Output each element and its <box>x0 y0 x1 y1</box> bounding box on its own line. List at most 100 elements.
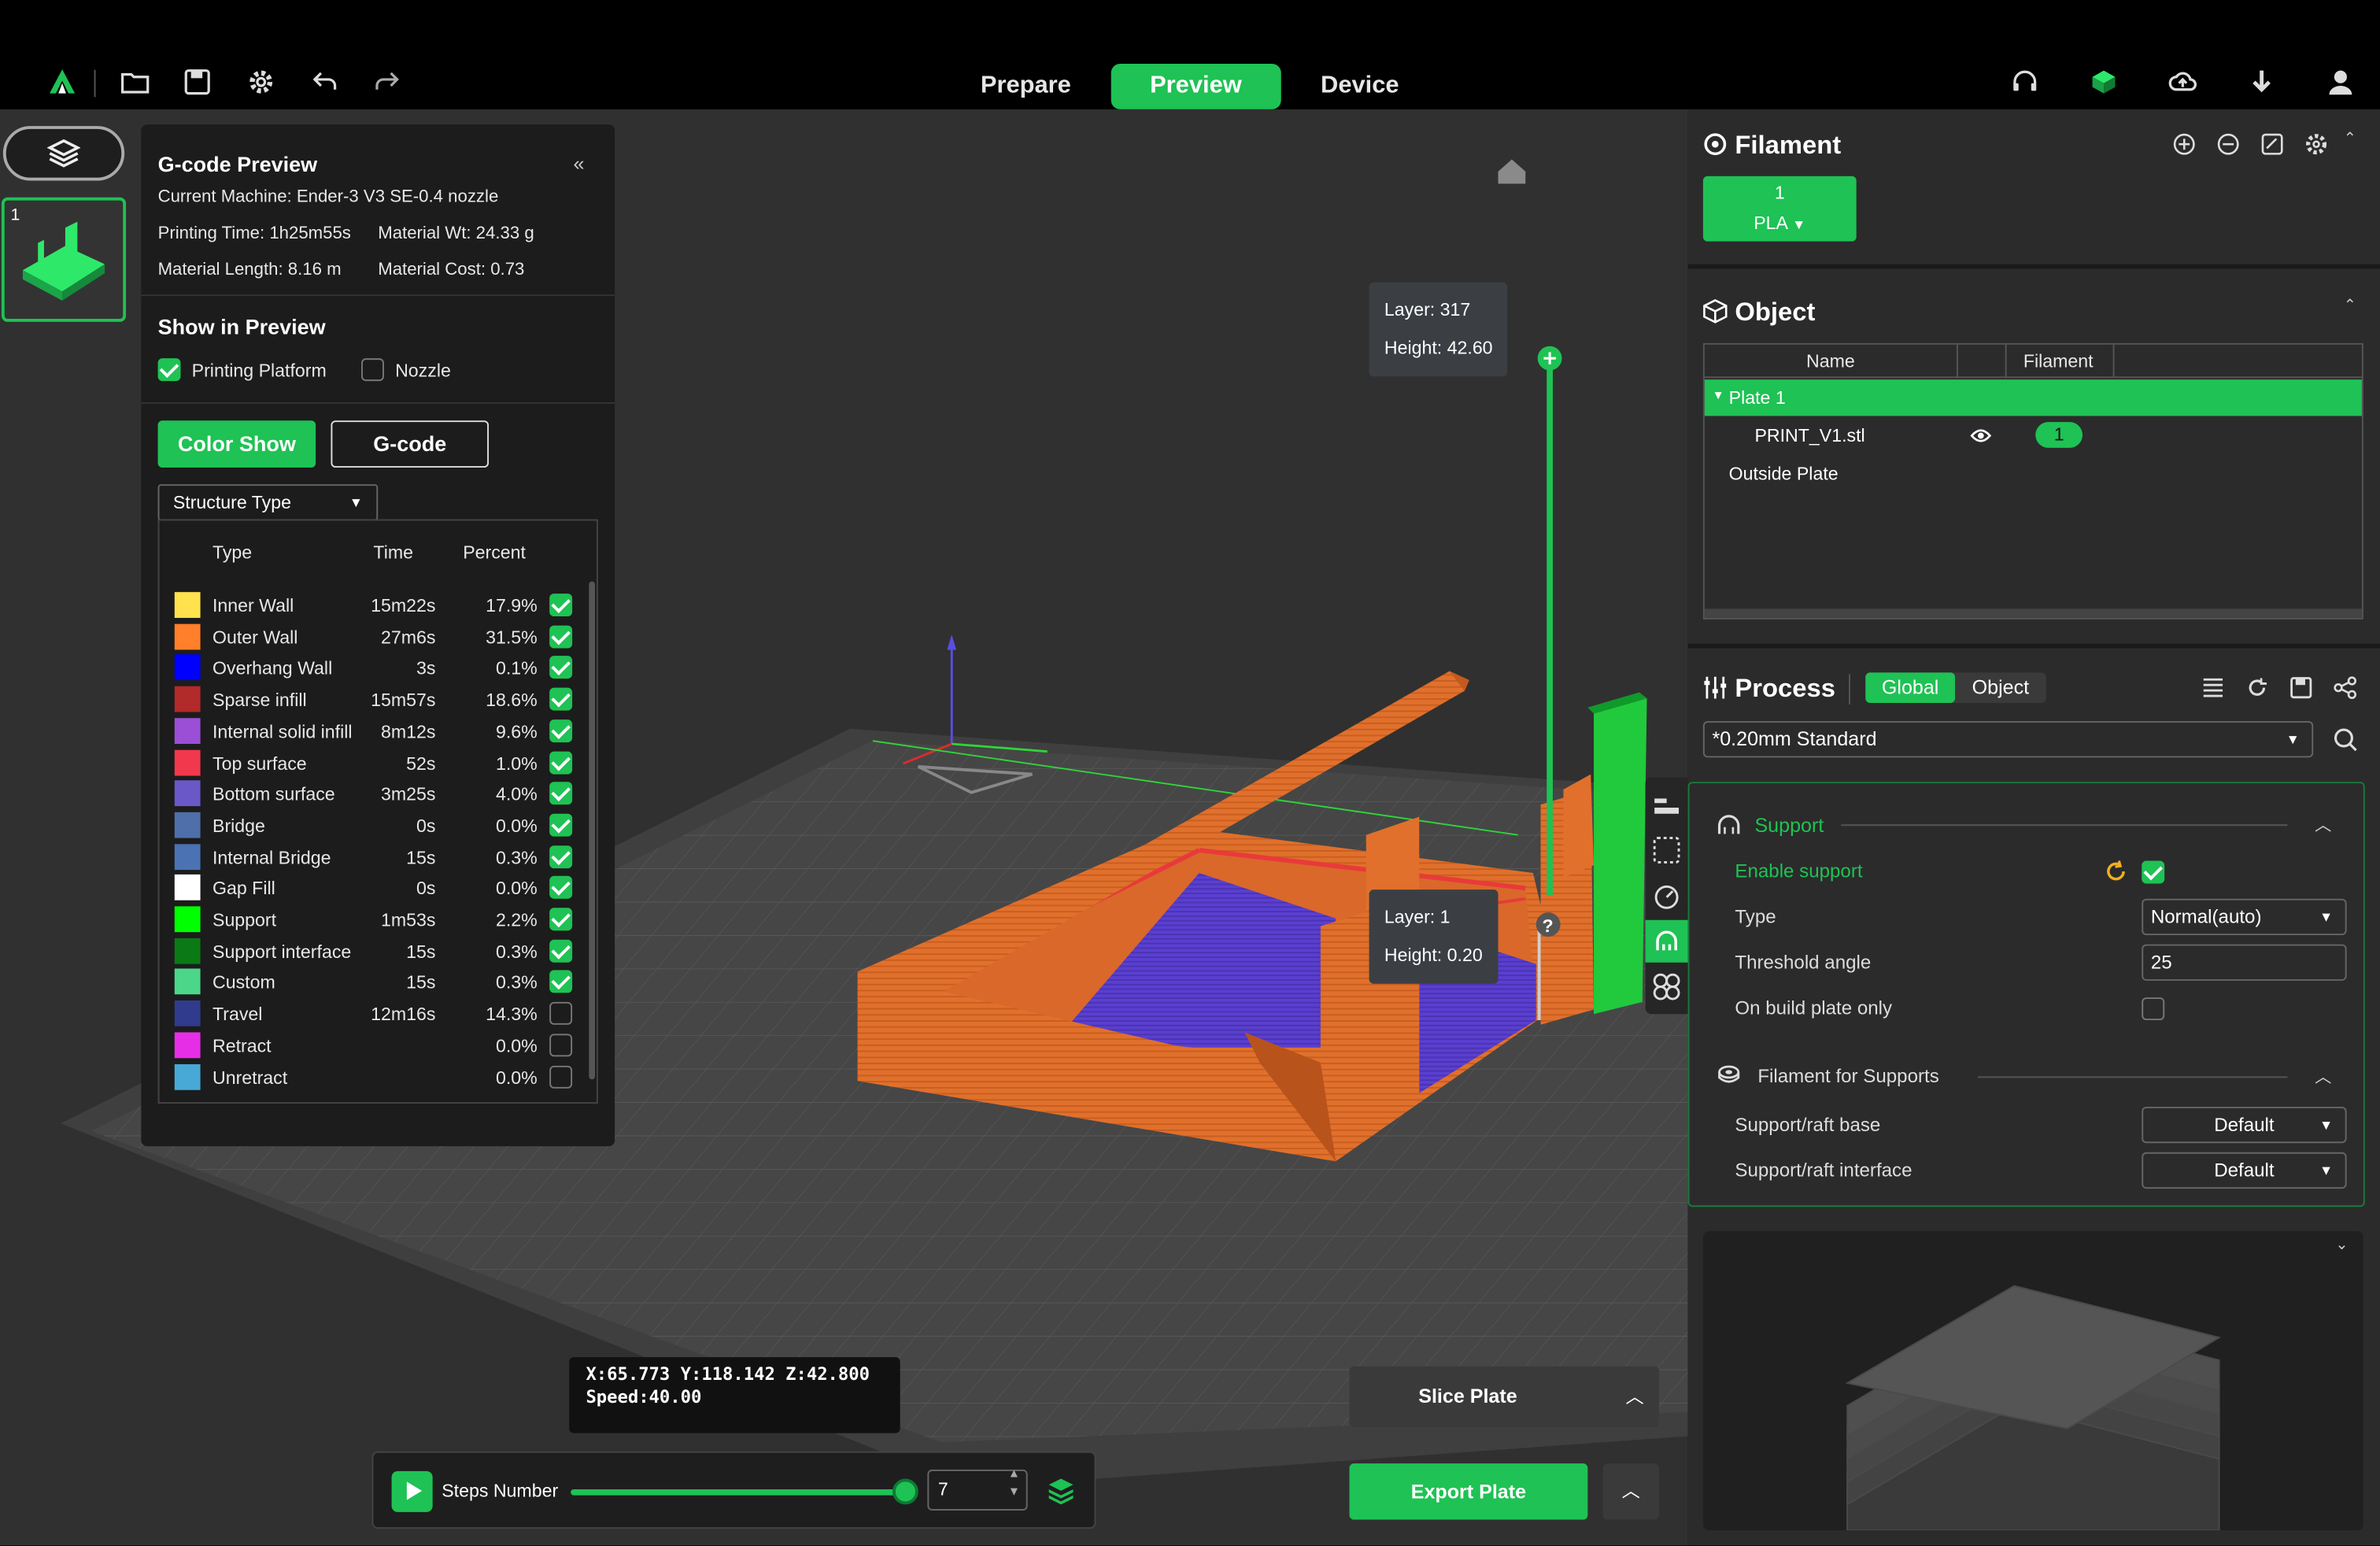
layer-bottom-label: Layer: 1 <box>1384 906 1451 928</box>
reset-refresh-icon[interactable] <box>2243 674 2271 701</box>
save-icon[interactable] <box>179 64 216 100</box>
search-icon[interactable] <box>2331 726 2359 753</box>
collapse-object-icon[interactable]: ⌃ <box>2344 298 2356 314</box>
outside-plate-row[interactable]: Outside Plate <box>1705 456 2362 492</box>
collapse-support-icon[interactable]: ︿ <box>2315 812 2331 837</box>
raft-interface-select[interactable]: Default ▼ <box>2142 1152 2347 1189</box>
legend-row: Sparse infill 15m57s 18.6% <box>174 685 573 716</box>
speed-gauge-icon[interactable] <box>1651 881 1682 912</box>
headset-icon[interactable] <box>2007 64 2043 100</box>
remove-filament-icon[interactable] <box>2215 131 2242 158</box>
object-filament-badge[interactable]: 1 <box>2035 422 2083 448</box>
object-row[interactable]: PRINT_V1.stl 1 <box>1705 417 2362 453</box>
nozzle-checkbox[interactable] <box>361 358 384 382</box>
legend-type-label: Bottom surface <box>213 783 335 805</box>
filament-slot-1-button[interactable]: 1 PLA ▼ <box>1702 176 1857 242</box>
printing-platform-option[interactable]: Printing Platform <box>157 358 327 382</box>
slice-plate-button[interactable]: Slice Plate ︿ <box>1349 1366 1659 1427</box>
home-view-icon[interactable] <box>1492 155 1532 191</box>
legend-visibility-checkbox[interactable] <box>549 719 573 742</box>
collapse-panel-icon[interactable]: « <box>574 152 585 175</box>
play-icon[interactable] <box>391 1470 433 1512</box>
filament-settings-gear-icon[interactable] <box>2303 131 2330 158</box>
add-filament-icon[interactable] <box>2171 131 2198 158</box>
support-painting-icon[interactable] <box>1651 926 1682 956</box>
tab-device[interactable]: Device <box>1281 64 1439 109</box>
legend-visibility-checkbox[interactable] <box>549 1002 573 1025</box>
chevron-up-icon[interactable]: ︿ <box>1626 1383 1644 1409</box>
legend-visibility-checkbox[interactable] <box>549 1064 573 1088</box>
legend-row: Gap Fill 0s 0.0% <box>174 874 573 904</box>
list-view-icon[interactable] <box>2200 674 2227 701</box>
open-folder-icon[interactable] <box>117 64 153 100</box>
save-preset-icon[interactable] <box>2287 674 2315 701</box>
steps-slider-track[interactable] <box>571 1489 908 1496</box>
legend-time: 1m53s <box>381 909 436 931</box>
legend-visibility-checkbox[interactable] <box>549 687 573 711</box>
app-logo-icon[interactable] <box>44 64 80 100</box>
raft-base-select[interactable]: Default ▼ <box>2142 1106 2347 1144</box>
legend-visibility-checkbox[interactable] <box>549 594 573 617</box>
legend-visibility-checkbox[interactable] <box>549 1033 573 1056</box>
cloud-upload-icon[interactable] <box>2164 64 2201 100</box>
build-plate-only-checkbox[interactable] <box>2142 997 2165 1021</box>
seam-painting-icon[interactable] <box>1651 835 1682 866</box>
tab-prepare[interactable]: Prepare <box>941 64 1111 109</box>
legend-visibility-checkbox[interactable] <box>549 624 573 648</box>
legend-visibility-checkbox[interactable] <box>549 782 573 805</box>
download-icon[interactable] <box>2243 64 2279 100</box>
process-preset-select[interactable]: *0.20mm Standard ▼ <box>1702 721 2314 758</box>
object-list-scrollbar[interactable] <box>1704 608 2362 618</box>
visibility-eye-icon[interactable] <box>1970 427 1992 445</box>
divider <box>1687 264 2380 269</box>
top-bar: Prepare Preview Device <box>0 0 2380 109</box>
legend-row: Internal solid infill 8m12s 9.6% <box>174 716 573 747</box>
scope-object-button[interactable]: Object <box>1955 672 2046 703</box>
scope-global-button[interactable]: Global <box>1865 672 1956 703</box>
legend-visibility-checkbox[interactable] <box>549 845 573 868</box>
plate-thumbnail[interactable]: 1 <box>1 197 127 322</box>
expand-triangle-icon[interactable]: ▼ <box>1712 389 1724 402</box>
user-account-icon[interactable] <box>2323 64 2359 100</box>
gcode-button[interactable]: G-code <box>331 420 490 468</box>
threshold-angle-input[interactable]: 25 <box>2142 944 2347 981</box>
variable-layer-icon[interactable] <box>1651 971 1682 1002</box>
plate-row[interactable]: ▼ Plate 1 <box>1704 379 2362 416</box>
export-plate-button[interactable]: Export Plate <box>1349 1463 1588 1520</box>
support-type-select[interactable]: Normal(auto) ▼ <box>2142 898 2347 936</box>
revert-icon[interactable] <box>2104 860 2128 884</box>
steps-slider-thumb[interactable] <box>893 1478 918 1505</box>
structure-type-value: Structure Type <box>172 491 291 513</box>
model-cube-icon[interactable] <box>2086 64 2122 100</box>
legend-color-swatch <box>174 623 201 649</box>
undo-icon[interactable] <box>307 64 343 100</box>
layers-stack-icon[interactable] <box>1046 1476 1077 1507</box>
expand-preview-icon[interactable]: ⌄ <box>2335 1237 2348 1254</box>
tab-preview[interactable]: Preview <box>1110 64 1281 109</box>
nozzle-option[interactable]: Nozzle <box>361 358 451 382</box>
settings-gear-icon[interactable] <box>243 64 279 100</box>
legend-visibility-checkbox[interactable] <box>549 971 573 994</box>
legend-visibility-checkbox[interactable] <box>549 908 573 931</box>
steps-number-input[interactable]: 7 ▲ ▼ <box>927 1466 1028 1511</box>
stepper-arrows-icon[interactable]: ▲ ▼ <box>1008 1465 1020 1501</box>
collapse-filament-icon[interactable]: ⌃ <box>2344 131 2356 147</box>
export-options-chevron-up-icon[interactable]: ︿ <box>1602 1463 1659 1520</box>
legend-visibility-checkbox[interactable] <box>549 876 573 900</box>
compare-presets-icon[interactable] <box>2331 674 2359 701</box>
legend-scrollbar[interactable] <box>589 581 596 1080</box>
legend-visibility-checkbox[interactable] <box>549 813 573 837</box>
redo-icon[interactable] <box>369 64 405 100</box>
printing-platform-checkbox[interactable] <box>157 358 181 382</box>
legend-visibility-checkbox[interactable] <box>549 939 573 963</box>
legend-row: Bridge 0s 0.0% <box>174 811 573 841</box>
legend-visibility-checkbox[interactable] <box>549 656 573 679</box>
collapse-filament-supports-icon[interactable]: ︿ <box>2315 1064 2331 1089</box>
edit-filament-icon[interactable] <box>2259 131 2286 158</box>
color-show-button[interactable]: Color Show <box>157 420 316 468</box>
layer-height-icon[interactable] <box>1651 790 1682 820</box>
enable-support-checkbox[interactable] <box>2142 860 2165 884</box>
layers-toggle-button[interactable] <box>2 126 125 181</box>
structure-type-select[interactable]: Structure Type ▼ <box>157 484 379 521</box>
legend-visibility-checkbox[interactable] <box>549 750 573 774</box>
